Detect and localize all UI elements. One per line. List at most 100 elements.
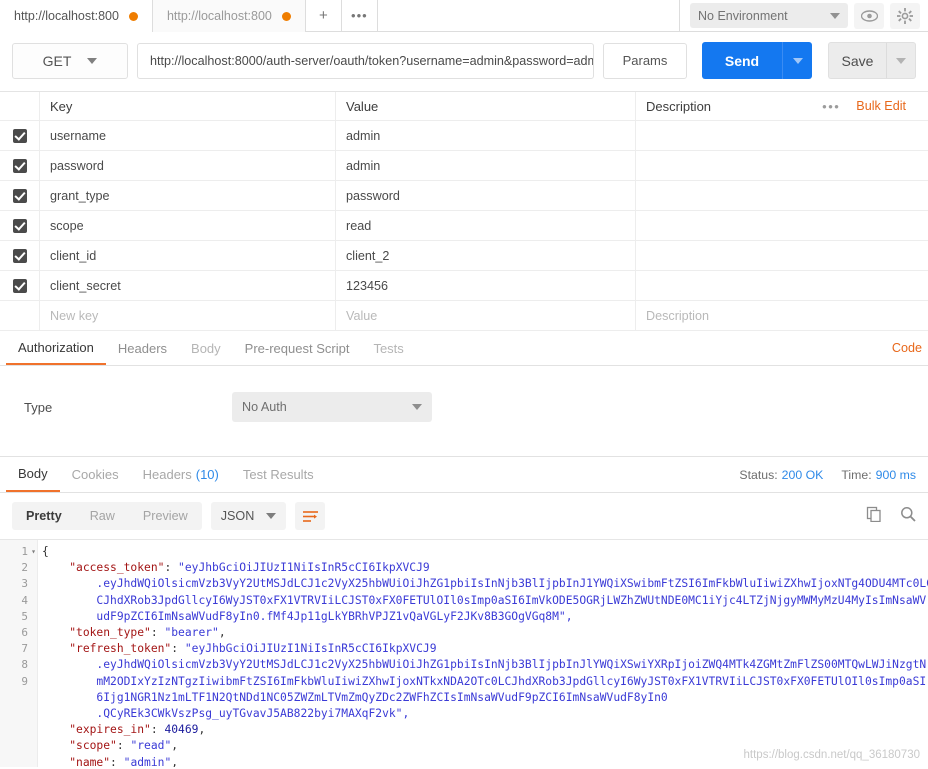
row-key[interactable]: username [40, 121, 336, 150]
new-row-checkbox-cell [0, 301, 40, 330]
row-checkbox-cell[interactable] [0, 241, 40, 270]
body-toolbar-actions [866, 506, 916, 527]
environment-selector[interactable]: No Environment [690, 3, 848, 28]
checkbox-checked-icon[interactable] [12, 218, 27, 233]
row-description[interactable] [636, 181, 928, 210]
table-row[interactable]: scope read [0, 211, 928, 241]
tab-response-body-label: Body [18, 466, 48, 481]
row-checkbox-cell[interactable] [0, 211, 40, 240]
params-button[interactable]: Params [603, 42, 687, 79]
response-body-viewer[interactable]: ▾ 1 2 3 4 5 6 7 8 9 { "access_token": "ey… [0, 539, 928, 767]
new-key-input[interactable]: New key [40, 301, 336, 330]
new-description-input[interactable]: Description [636, 301, 928, 330]
save-button[interactable]: Save [828, 42, 886, 79]
code-link[interactable]: Code [892, 331, 922, 365]
row-value[interactable]: admin [336, 151, 636, 180]
tab-test-results-label: Test Results [242, 467, 314, 482]
checkbox-checked-icon[interactable] [12, 128, 27, 143]
request-tab-1[interactable]: http://localhost:800 [0, 0, 153, 32]
bulk-edit-link[interactable]: Bulk Edit [856, 99, 906, 113]
tab-response-body[interactable]: Body [6, 457, 60, 492]
tab-body[interactable]: Body [179, 331, 233, 365]
line-number: ▾ 1 [0, 544, 37, 560]
request-url-bar: GET http://localhost:8000/auth-server/oa… [0, 32, 928, 91]
row-key[interactable]: grant_type [40, 181, 336, 210]
line-number-gutter: ▾ 1 2 3 4 5 6 7 8 9 [0, 540, 38, 767]
gear-icon[interactable] [890, 2, 920, 29]
row-key[interactable]: client_id [40, 241, 336, 270]
word-wrap-icon[interactable] [295, 502, 326, 530]
line-number: 2 [21, 561, 28, 575]
request-tab-2[interactable]: http://localhost:800 [152, 0, 306, 32]
row-value[interactable]: read [336, 211, 636, 240]
params-more-icon[interactable]: ••• [822, 99, 840, 114]
chevron-down-icon [896, 57, 906, 64]
checkbox-checked-icon[interactable] [12, 158, 27, 173]
chevron-down-icon [792, 57, 803, 64]
environment-selected-label: No Environment [698, 8, 788, 23]
row-checkbox-cell[interactable] [0, 151, 40, 180]
tab-cookies[interactable]: Cookies [60, 457, 131, 492]
body-format-selector[interactable]: JSON [210, 502, 287, 530]
row-value[interactable]: 123456 [336, 271, 636, 300]
send-options-button[interactable] [782, 42, 812, 79]
table-row[interactable]: password admin [0, 151, 928, 181]
row-checkbox-cell[interactable] [0, 181, 40, 210]
json-value-refresh-token-l2: .eyJhdWQiOlsicmVzb3VyY2UtMSJdLCJ1c2VyX25… [96, 658, 927, 672]
line-number: 8 [21, 658, 28, 672]
line-number: 6 [21, 625, 28, 639]
row-description[interactable] [636, 241, 928, 270]
row-description[interactable] [636, 271, 928, 300]
row-value[interactable]: password [336, 181, 636, 210]
new-tab-button[interactable]: + [305, 0, 342, 31]
table-row[interactable]: grant_type password [0, 181, 928, 211]
tab-tests[interactable]: Tests [361, 331, 415, 365]
row-key[interactable]: password [40, 151, 336, 180]
body-mode-pretty[interactable]: Pretty [12, 502, 76, 530]
row-key[interactable]: client_secret [40, 271, 336, 300]
row-key[interactable]: scope [40, 211, 336, 240]
watermark: https://blog.csdn.net/qq_36180730 [743, 749, 920, 761]
response-tabs: Body Cookies Headers (10) Test Results S… [0, 457, 928, 493]
row-description[interactable] [636, 151, 928, 180]
row-checkbox-cell[interactable] [0, 271, 40, 300]
auth-type-value: No Auth [242, 400, 287, 414]
row-checkbox-cell[interactable] [0, 121, 40, 150]
new-value-input[interactable]: Value [336, 301, 636, 330]
http-method-selector[interactable]: GET [12, 42, 128, 79]
url-input[interactable]: http://localhost:8000/auth-server/oauth/… [137, 42, 594, 79]
checkbox-checked-icon[interactable] [12, 278, 27, 293]
response-headers-count: (10) [195, 467, 219, 482]
copy-icon[interactable] [866, 506, 882, 527]
table-row[interactable]: client_secret 123456 [0, 271, 928, 301]
checkbox-checked-icon[interactable] [12, 248, 27, 263]
eye-icon[interactable] [854, 2, 884, 29]
table-row[interactable]: client_id client_2 [0, 241, 928, 271]
tab-response-headers[interactable]: Headers (10) [131, 457, 231, 492]
row-description[interactable] [636, 121, 928, 150]
send-button[interactable]: Send [702, 42, 782, 79]
params-header-actions: ••• Bulk Edit [822, 99, 918, 114]
tab-pre-request-script[interactable]: Pre-request Script [233, 331, 362, 365]
line-number: 9 [21, 674, 28, 688]
checkbox-checked-icon[interactable] [12, 188, 27, 203]
body-mode-raw[interactable]: Raw [76, 502, 129, 530]
json-value-expires-in: 40469 [164, 723, 199, 737]
row-description[interactable] [636, 211, 928, 240]
tab-test-results[interactable]: Test Results [231, 457, 326, 492]
search-icon[interactable] [900, 506, 916, 527]
row-value[interactable]: client_2 [336, 241, 636, 270]
row-value[interactable]: admin [336, 121, 636, 150]
tab-options-button[interactable]: ••• [341, 0, 378, 31]
auth-type-selector[interactable]: No Auth [232, 392, 432, 422]
status-value: 200 OK [781, 467, 824, 482]
body-mode-preview[interactable]: Preview [129, 502, 202, 530]
json-code[interactable]: { "access_token": "eyJhbGciOiJIUzI1NiIsI… [38, 540, 928, 767]
save-options-button[interactable] [886, 42, 916, 79]
tab-authorization[interactable]: Authorization [6, 331, 106, 365]
table-row[interactable]: username admin [0, 121, 928, 151]
new-param-row[interactable]: New key Value Description [0, 301, 928, 331]
line-number: 3 [21, 577, 28, 591]
tab-headers[interactable]: Headers [106, 331, 179, 365]
fold-caret-icon[interactable]: ▾ [31, 544, 36, 560]
